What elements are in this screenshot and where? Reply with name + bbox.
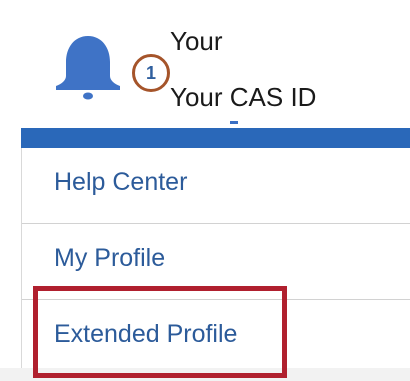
user-menu-list: Help Center My Profile Extended Profile — [21, 148, 410, 372]
menu-item-label[interactable]: My Profile — [54, 244, 165, 273]
user-cas-id: Your CAS ID — [170, 82, 317, 112]
notifications-button[interactable]: 1 — [52, 30, 170, 106]
notification-count-badge: 1 — [132, 54, 170, 92]
user-name: Your — [170, 26, 223, 56]
menu-accent-bar — [21, 128, 410, 148]
menu-item-help-center[interactable]: Help Center — [22, 148, 410, 224]
menu-item-label[interactable]: Extended Profile — [54, 320, 237, 349]
user-header: 1 Your Your CAS ID — [0, 0, 410, 128]
bell-icon — [56, 36, 120, 100]
divider-mark — [230, 121, 238, 124]
menu-item-my-profile[interactable]: My Profile — [22, 224, 410, 300]
menu-item-label[interactable]: Help Center — [54, 168, 187, 197]
user-menu-dropdown: 1 Your Your CAS ID Help Center My Profil… — [0, 0, 410, 381]
menu-bottom-shadow — [0, 368, 410, 381]
menu-item-extended-profile[interactable]: Extended Profile — [22, 300, 410, 372]
